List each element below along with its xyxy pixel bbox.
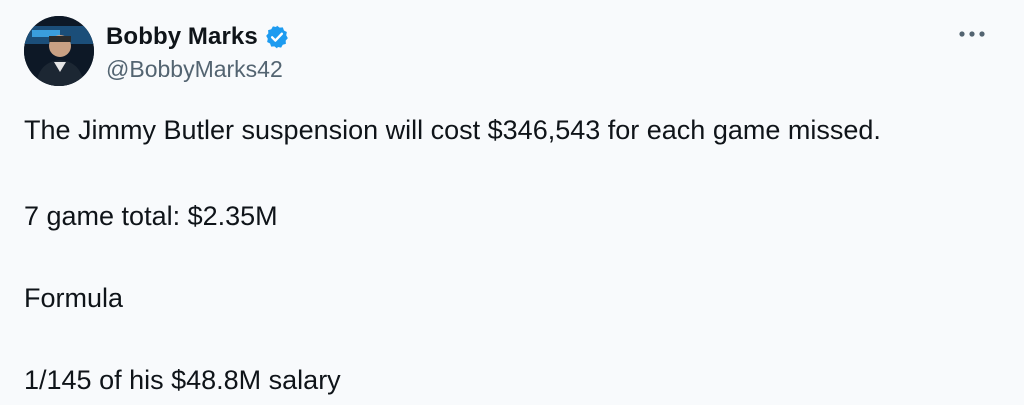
- avatar[interactable]: [24, 16, 94, 86]
- author-names: Bobby Marks @BobbyMarks42: [106, 20, 290, 83]
- tweet-line: Formula: [24, 283, 124, 313]
- handle[interactable]: @BobbyMarks42: [106, 56, 290, 83]
- tweet-card: Bobby Marks @BobbyMarks42 The Jimmy Butl…: [0, 0, 1024, 405]
- display-name[interactable]: Bobby Marks: [106, 23, 258, 51]
- name-row: Bobby Marks: [106, 20, 290, 54]
- tweet-line: The Jimmy Butler suspension will cost $3…: [24, 115, 881, 145]
- tweet-line: 1/145 of his $48.8M salary: [24, 365, 341, 395]
- more-options-button[interactable]: [954, 22, 990, 46]
- tweet-header: Bobby Marks @BobbyMarks42: [24, 16, 290, 86]
- profile-photo-icon: [24, 16, 94, 86]
- more-horizontal-icon: [959, 31, 985, 37]
- tweet-line: 7 game total: $2.35M: [24, 201, 278, 231]
- verified-badge-icon: [264, 24, 290, 50]
